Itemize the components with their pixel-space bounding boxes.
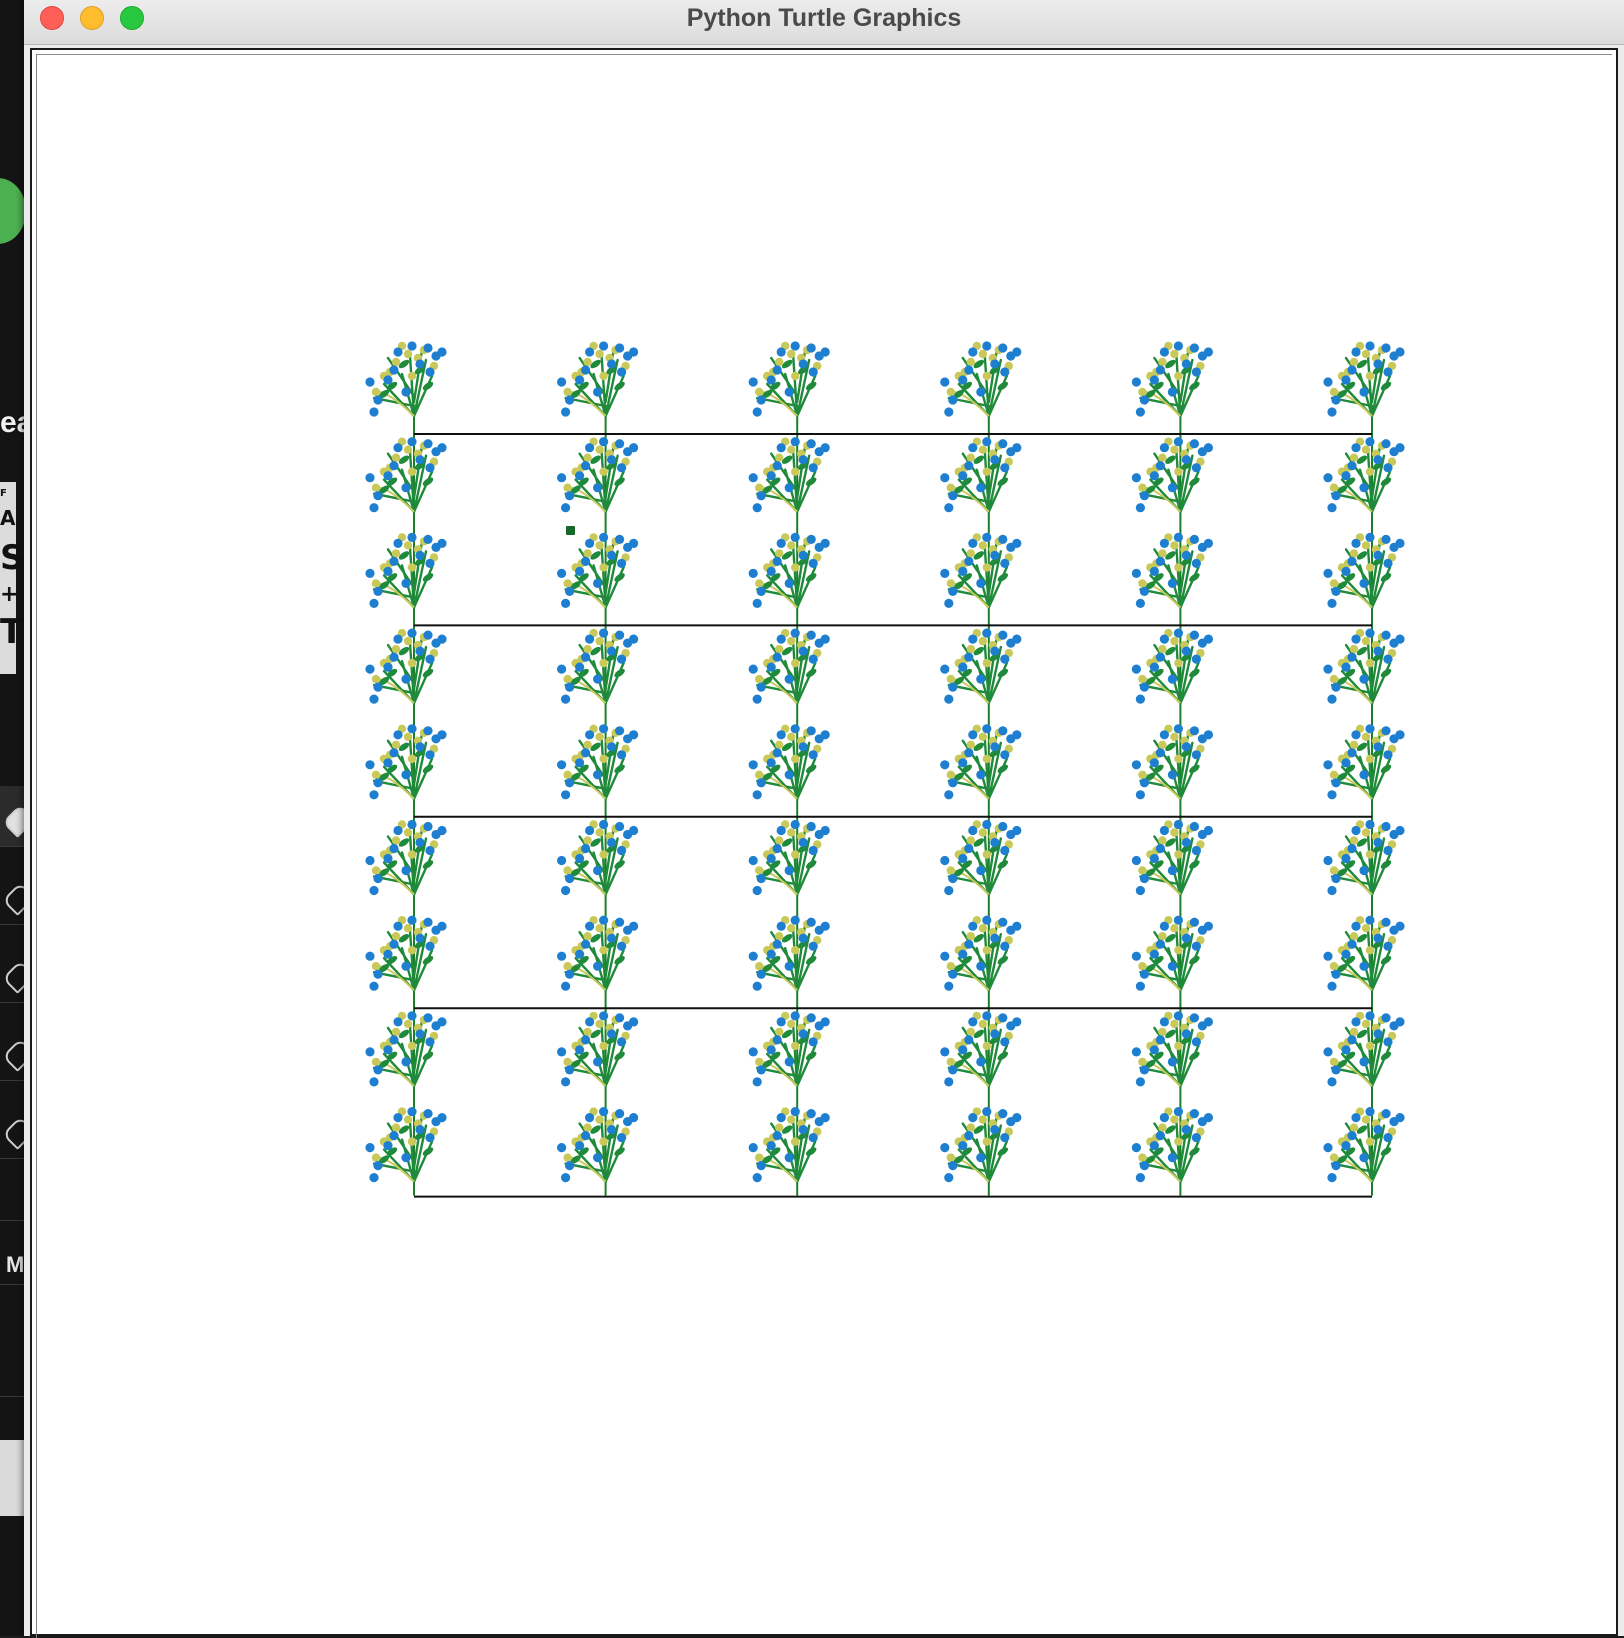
flower-sprig	[365, 341, 447, 418]
flower-sprig	[1323, 1011, 1405, 1088]
flower-sprig	[1131, 819, 1213, 896]
flower-sprig	[1131, 341, 1213, 418]
flower-sprig	[557, 724, 639, 800]
heart-icon[interactable]	[2, 882, 26, 916]
flower-sprig	[1131, 628, 1213, 705]
flower-sprig	[940, 1011, 1022, 1088]
flower-sprig	[940, 724, 1022, 800]
heart-icon[interactable]	[2, 1116, 26, 1150]
flower-sprig	[365, 437, 447, 513]
flower-sprig	[557, 1011, 639, 1088]
flower-sprig	[940, 1107, 1022, 1183]
flower-sprig	[748, 437, 830, 513]
flower-sprig	[1323, 724, 1405, 800]
background-menu-text[interactable]: M	[6, 1252, 24, 1278]
zoom-button[interactable]	[120, 6, 144, 30]
flower-sprig	[365, 1107, 447, 1183]
heart-icon[interactable]	[2, 960, 26, 994]
flower-sprig	[940, 628, 1022, 705]
flower-sprig	[748, 628, 830, 705]
flower-sprig	[1323, 915, 1405, 992]
flower-sprig	[1323, 819, 1405, 896]
flower-sprig	[557, 628, 639, 705]
flower-sprig	[557, 532, 639, 609]
band-lines	[414, 433, 1372, 1198]
heart-icon[interactable]	[2, 1038, 26, 1072]
flower-sprig	[557, 341, 639, 418]
flower-sprig	[940, 532, 1022, 609]
turtle-window: Python Turtle Graphics	[24, 0, 1624, 1638]
minimize-button[interactable]	[80, 6, 104, 30]
flower-sprig	[748, 1011, 830, 1088]
turtle-cursor-square	[566, 526, 575, 535]
flower-sprig	[1131, 437, 1213, 513]
flower-sprig	[365, 1011, 447, 1088]
flower-sprig	[1323, 1107, 1405, 1183]
flower-sprig	[557, 1107, 639, 1183]
flower-sprig	[940, 819, 1022, 896]
turtle-canvas[interactable]	[32, 50, 1616, 1634]
flower-sprig	[365, 724, 447, 800]
title-bar[interactable]: Python Turtle Graphics	[24, 0, 1624, 45]
flower-sprig	[1323, 532, 1405, 609]
flower-sprig	[1131, 1011, 1213, 1088]
flower-sprig	[940, 915, 1022, 992]
turtle-canvas-frame	[30, 48, 1618, 1638]
flower-sprig	[557, 819, 639, 896]
flower-sprig	[748, 724, 830, 800]
flower-sprig	[748, 915, 830, 992]
flower-sprig	[1323, 437, 1405, 513]
flower-sprig	[940, 437, 1022, 513]
flower-sprig	[940, 341, 1022, 418]
flower-sprig	[1131, 724, 1213, 800]
grid-stems	[413, 416, 1373, 1196]
flower-sprig	[748, 341, 830, 418]
flower-sprig	[1323, 628, 1405, 705]
flower-sprig	[1131, 1107, 1213, 1183]
flower-sprig	[557, 437, 639, 513]
poster-thumbnail: F A S + T	[0, 482, 25, 674]
flower-sprig	[748, 819, 830, 896]
green-circle-icon	[0, 178, 26, 244]
flower-sprig	[748, 1107, 830, 1183]
close-button[interactable]	[40, 6, 64, 30]
flower-sprig	[748, 532, 830, 609]
background-text: ea	[0, 406, 26, 439]
background-panel	[0, 1440, 26, 1516]
flower-sprig	[1323, 341, 1405, 418]
flower-sprig	[365, 532, 447, 609]
flower-grid	[365, 341, 1405, 1183]
flower-sprig	[365, 628, 447, 705]
flower-sprig	[1131, 532, 1213, 609]
window-title: Python Turtle Graphics	[686, 4, 962, 32]
flower-sprig	[365, 819, 447, 896]
flower-sprig	[1131, 915, 1213, 992]
background-app-strip: ea F A S + T M	[0, 0, 26, 1636]
flower-sprig	[365, 915, 447, 992]
flower-sprig	[557, 915, 639, 992]
